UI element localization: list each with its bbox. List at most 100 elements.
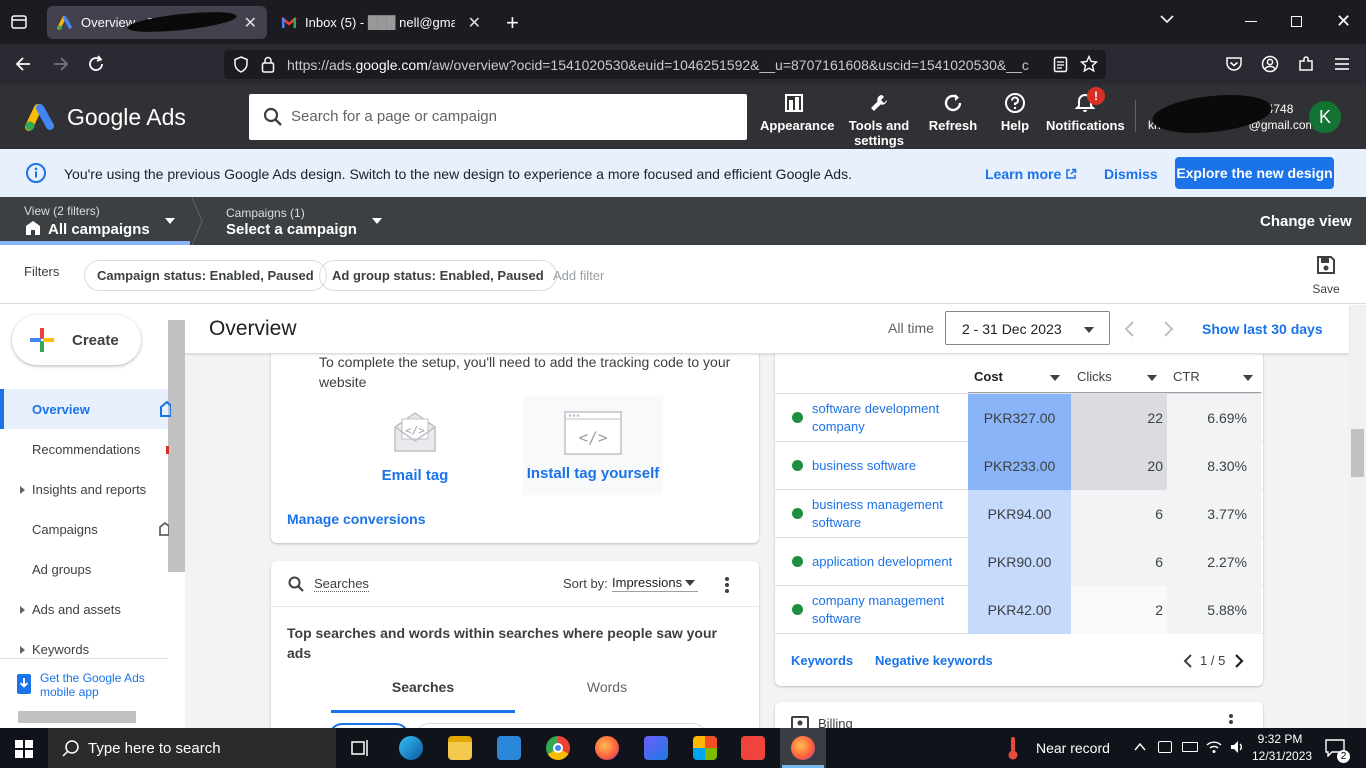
- ad-group-status-filter-chip[interactable]: Ad group status: Enabled, Paused: [319, 260, 557, 291]
- next-period-icon[interactable]: [1163, 320, 1175, 338]
- page-scrollbar[interactable]: [1349, 305, 1366, 728]
- clock[interactable]: 9:32 PM 12/31/2023: [1252, 731, 1312, 765]
- campaign-status-filter-chip[interactable]: Campaign status: Enabled, Paused: [84, 260, 327, 291]
- kw-col-header-clicks[interactable]: Clicks: [1071, 363, 1167, 393]
- keyword-link[interactable]: software development company: [812, 394, 962, 442]
- kw-col-header-cost[interactable]: Cost: [968, 363, 1071, 393]
- store-icon[interactable]: [693, 736, 717, 760]
- task-view-icon[interactable]: [351, 738, 371, 758]
- sidebar-item-recommendations[interactable]: Recommendations: [32, 442, 140, 457]
- sidebar-item-insights[interactable]: Insights and reports: [32, 482, 146, 497]
- previous-page-icon[interactable]: [1183, 653, 1193, 669]
- firefox-icon[interactable]: [595, 736, 619, 760]
- more-options-icon[interactable]: [725, 577, 729, 593]
- kw-col-header-ctr[interactable]: CTR: [1167, 363, 1261, 393]
- explore-new-design-button[interactable]: Explore the new design: [1175, 157, 1334, 189]
- add-filter-button[interactable]: Add filter: [553, 268, 604, 283]
- install-tag-option[interactable]: </> Install tag yourself: [523, 395, 663, 495]
- close-window-icon[interactable]: ✕: [1336, 11, 1351, 32]
- table-row[interactable]: business software PKR233.00 20 8.30%: [775, 442, 1263, 490]
- change-view-button[interactable]: Change view: [1260, 213, 1352, 230]
- sidebar-scrollbar[interactable]: [168, 320, 185, 572]
- account-icon[interactable]: [1261, 55, 1279, 73]
- meet-now-icon[interactable]: [1158, 741, 1172, 753]
- keyword-link[interactable]: company management software: [812, 586, 962, 634]
- show-hidden-icons-icon[interactable]: [1134, 742, 1146, 752]
- tab-list-icon[interactable]: [10, 13, 28, 31]
- mobile-app-promo[interactable]: Get the Google Ads mobile app: [0, 658, 168, 710]
- avatar[interactable]: K: [1309, 101, 1341, 133]
- tab-gmail[interactable]: Inbox (5) - ███ nell@gma ✕: [271, 6, 491, 39]
- tools-settings-button[interactable]: Tools and settings: [846, 92, 912, 148]
- close-tab-icon[interactable]: ✕: [468, 13, 481, 33]
- create-button[interactable]: Create: [12, 315, 141, 365]
- appearance-button[interactable]: Appearance: [760, 92, 834, 133]
- shield-icon[interactable]: [233, 56, 249, 73]
- battery-icon[interactable]: [1182, 742, 1198, 752]
- anydesk-icon[interactable]: [741, 736, 765, 760]
- sidebar-item-ads-assets[interactable]: Ads and assets: [32, 602, 121, 617]
- show-last-30-days-link[interactable]: Show last 30 days: [1202, 321, 1323, 337]
- save-button[interactable]: Save: [1308, 254, 1344, 296]
- file-explorer-icon[interactable]: [448, 736, 472, 760]
- extensions-icon[interactable]: [1297, 55, 1315, 73]
- reader-view-icon[interactable]: [1053, 56, 1068, 73]
- keyword-link[interactable]: business management software: [812, 490, 962, 538]
- manage-conversions-link[interactable]: Manage conversions: [287, 511, 426, 527]
- list-all-tabs-icon[interactable]: [1160, 14, 1174, 24]
- bookmark-star-icon[interactable]: [1080, 55, 1098, 73]
- taskbar-search-box[interactable]: Type here to search: [48, 728, 336, 768]
- close-tab-icon[interactable]: ✕: [244, 13, 257, 33]
- pocket-icon[interactable]: [1225, 55, 1243, 73]
- mail-icon[interactable]: [497, 736, 521, 760]
- back-icon[interactable]: [14, 54, 34, 74]
- sidebar-item-overview[interactable]: Overview: [0, 389, 171, 429]
- table-row[interactable]: software development company PKR327.00 22 6…: [775, 394, 1263, 442]
- learn-more-link[interactable]: Learn more: [985, 166, 1077, 182]
- more-options-icon[interactable]: [1229, 714, 1233, 728]
- email-tag-option[interactable]: </> Email tag: [371, 409, 459, 489]
- google-ads-logo[interactable]: [24, 102, 58, 132]
- edge-icon[interactable]: [399, 736, 423, 760]
- negative-keywords-link[interactable]: Negative keywords: [875, 653, 993, 668]
- weather-text[interactable]: Near record: [1036, 740, 1110, 756]
- next-page-icon[interactable]: [1234, 653, 1244, 669]
- new-tab-icon[interactable]: +: [506, 10, 519, 36]
- sidebar-h-scrollbar[interactable]: [18, 711, 136, 723]
- volume-icon[interactable]: [1230, 740, 1246, 754]
- searches-title[interactable]: Searches: [314, 576, 369, 592]
- menu-icon[interactable]: [1334, 57, 1350, 71]
- restore-icon[interactable]: [1291, 16, 1302, 27]
- sidebar-item-keywords[interactable]: Keywords: [32, 642, 89, 657]
- search-input[interactable]: Search for a page or campaign: [291, 108, 497, 125]
- table-row[interactable]: company management software PKR42.00 2 5.88…: [775, 586, 1263, 634]
- tab-searches[interactable]: Searches: [331, 673, 515, 713]
- previous-period-icon[interactable]: [1123, 320, 1135, 338]
- notifications-button[interactable]: Notifications: [1046, 92, 1125, 133]
- table-row[interactable]: business management software PKR94.00 6 3.7…: [775, 490, 1263, 538]
- windows-start-icon[interactable]: [15, 740, 33, 758]
- date-range-picker[interactable]: 2 - 31 Dec 2023: [945, 311, 1110, 345]
- reload-icon[interactable]: [86, 54, 106, 74]
- keyword-link[interactable]: business software: [812, 442, 962, 490]
- view-selector[interactable]: View (2 filters) All campaigns: [0, 197, 190, 245]
- app-icon[interactable]: [644, 736, 668, 760]
- help-button[interactable]: Help: [995, 92, 1035, 133]
- forward-icon[interactable]: [50, 54, 70, 74]
- tab-google-ads[interactable]: Overview - 300 ✕: [47, 6, 267, 39]
- campaign-selector[interactable]: Campaigns (1) Select a campaign: [210, 197, 390, 245]
- tab-words[interactable]: Words: [515, 673, 699, 713]
- dismiss-button[interactable]: Dismiss: [1104, 166, 1158, 182]
- table-row[interactable]: application development PKR90.00 6 2.27%: [775, 538, 1263, 586]
- firefox-active-icon[interactable]: [791, 736, 815, 760]
- keywords-link[interactable]: Keywords: [791, 653, 853, 668]
- refresh-button[interactable]: Refresh: [927, 92, 979, 133]
- page-scrollbar-thumb[interactable]: [1351, 429, 1364, 477]
- url-text[interactable]: https://ads.google.com/aw/overview?ocid=…: [287, 57, 1047, 73]
- keyword-link[interactable]: application development: [812, 538, 962, 586]
- wifi-icon[interactable]: [1206, 740, 1222, 754]
- minimize-icon[interactable]: [1245, 21, 1257, 22]
- lock-icon[interactable]: [261, 56, 275, 73]
- sidebar-item-ad-groups[interactable]: Ad groups: [32, 562, 91, 577]
- sidebar-item-campaigns[interactable]: Campaigns: [32, 522, 98, 537]
